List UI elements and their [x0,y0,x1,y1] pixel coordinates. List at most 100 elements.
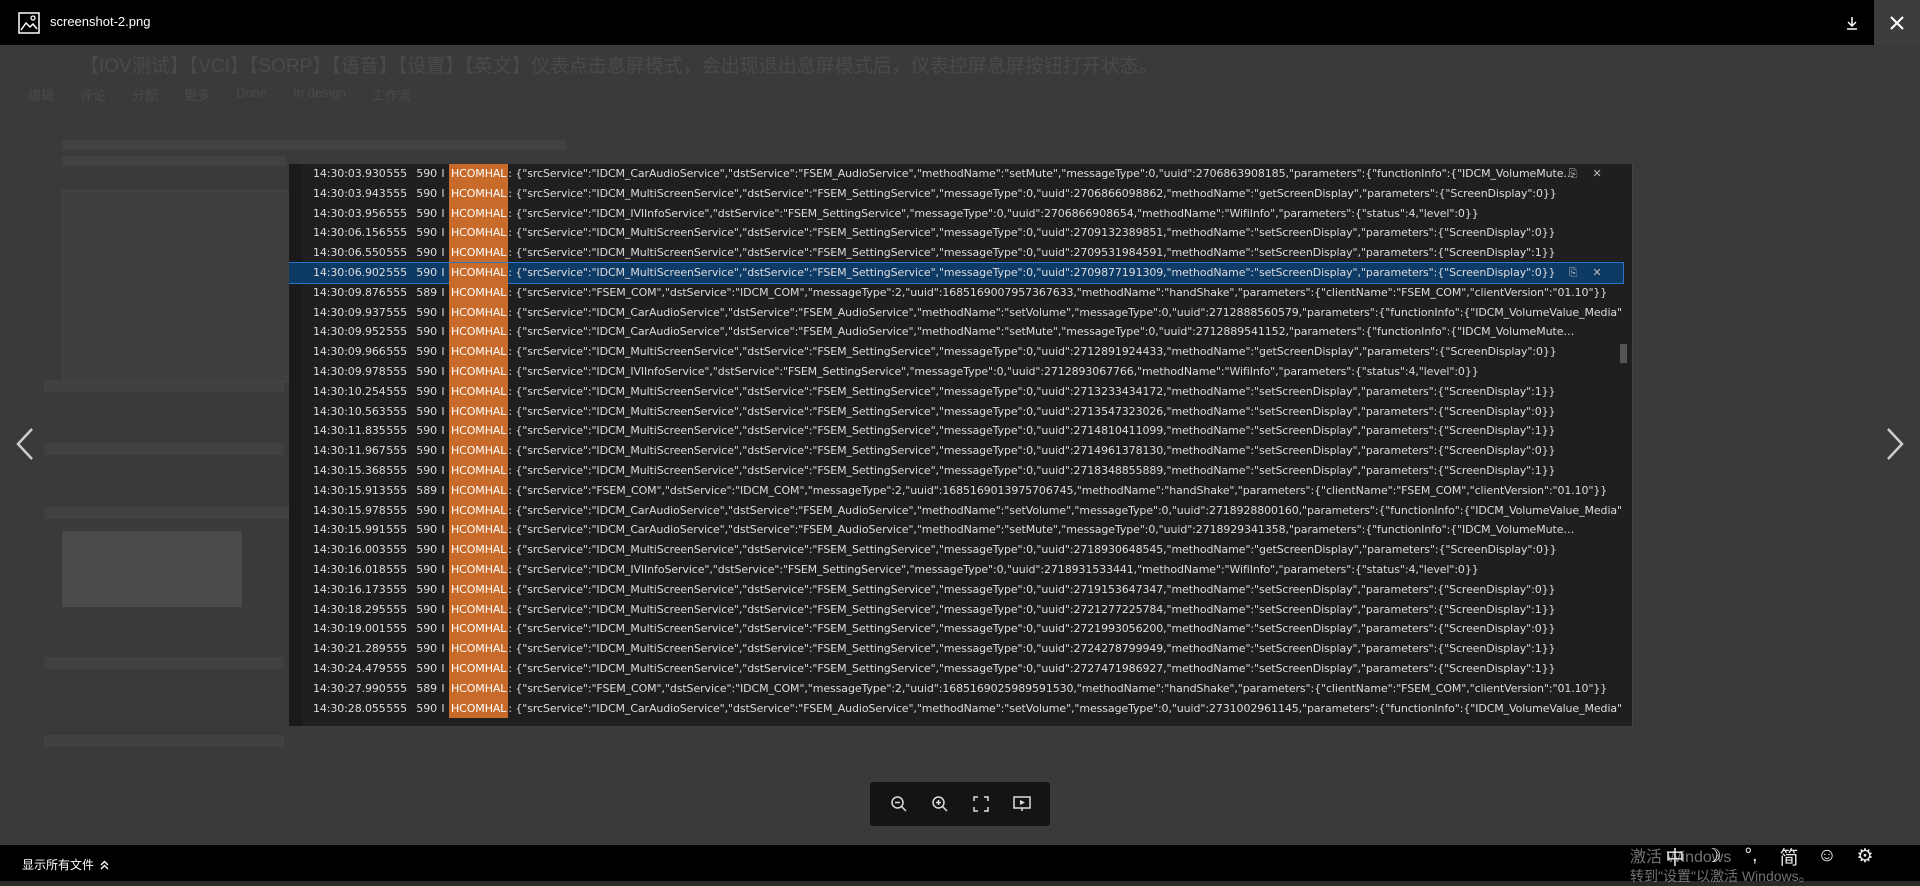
slideshow-button[interactable] [1007,789,1037,819]
log-timestamp: 14:30:09.966 [313,345,386,359]
ime-simplified[interactable]: 简 [1776,843,1802,870]
log-tag: HCOMHAL [449,480,509,501]
log-row[interactable]: 14:30:09.978555 590 I HCOMHAL: {"srcService… [289,361,1623,382]
log-tid: 589 [416,681,437,695]
background-comment-line [44,443,284,455]
log-row[interactable]: 14:30:06.902555 590 I HCOMHAL: {"srcService… [289,261,1624,284]
row-actions: ⎘ ✕ [1567,164,1603,184]
log-timestamp: 14:30:03.956 [313,206,386,220]
log-level: I [441,305,445,319]
close-button[interactable] [1874,0,1920,45]
log-level: I [441,167,445,180]
copy-icon[interactable]: ⎘ [1567,167,1579,180]
log-row[interactable]: 14:30:18.295555 590 I HCOMHAL: {"srcService… [289,599,1623,620]
log-timestamp: 14:30:03.943 [313,186,386,200]
log-level: I [441,503,445,517]
log-row[interactable]: 14:30:21.289555 590 I HCOMHAL: {"srcService… [289,639,1623,659]
log-tid: 590 [416,206,437,220]
log-message: : {"srcService":"IDCM_MultiScreenService… [508,424,1556,438]
log-row[interactable]: 14:30:16.018555 590 I HCOMHAL: {"srcService… [289,559,1623,580]
log-row[interactable]: 14:30:28.055555 590 I HCOMHAL: {"srcService… [289,698,1623,719]
log-level: I [441,265,445,279]
log-row[interactable]: 14:30:15.978555 590 I HCOMHAL: {"srcService… [289,500,1623,521]
log-tid: 590 [416,364,437,378]
log-row[interactable]: 14:30:27.990555 589 I HCOMHAL: {"srcService… [289,678,1623,699]
copy-icon[interactable]: ⎘ [1567,266,1579,279]
log-row[interactable]: 14:30:16.003555 590 I HCOMHAL: {"srcService… [289,540,1623,560]
log-row[interactable]: 14:30:06.156555 590 I HCOMHAL: {"srcService… [289,223,1623,244]
log-level: I [441,681,445,695]
zoom-in-button[interactable] [925,789,955,819]
download-button[interactable] [1834,6,1870,39]
fit-to-screen-button[interactable] [966,789,996,819]
log-tid: 590 [416,246,437,260]
log-message: : {"srcService":"IDCM_MultiScreenService… [508,186,1557,200]
ime-emoji-icon[interactable]: ☺ [1814,845,1840,867]
log-row[interactable]: 14:30:03.943555 590 I HCOMHAL: {"srcService… [289,183,1623,204]
log-tag: HCOMHAL [449,203,509,224]
log-message: : {"srcService":"IDCM_MultiScreenService… [508,543,1557,557]
log-row[interactable]: 14:30:11.835555 590 I HCOMHAL: {"srcService… [289,421,1623,442]
log-level: I [441,345,445,359]
log-level: I [441,562,445,576]
log-tid: 590 [416,265,437,279]
log-row[interactable]: 14:30:06.550555 590 I HCOMHAL: {"srcService… [289,243,1623,263]
log-tid: 590 [416,503,437,517]
log-row[interactable]: 14:30:10.254555 590 I HCOMHAL: {"srcService… [289,381,1623,402]
log-tag: HCOMHAL [449,520,509,541]
log-row[interactable]: 14:30:15.913555 589 I HCOMHAL: {"srcService… [289,480,1623,501]
log-row[interactable]: 14:30:24.479555 590 I HCOMHAL: {"srcService… [289,658,1623,679]
background-thumbnail [62,531,242,607]
log-tag: HCOMHAL [449,401,509,422]
log-row[interactable]: 14:30:09.966555 590 I HCOMHAL: {"srcService… [289,342,1623,362]
log-row[interactable]: 14:30:15.991555 590 I HCOMHAL: {"srcService… [289,520,1623,541]
log-row[interactable]: 14:30:15.368555 590 I HCOMHAL: {"srcService… [289,460,1623,481]
ime-settings-icon[interactable]: ⚙ [1852,845,1878,868]
log-pid: 555 [386,305,407,319]
ime-moon-icon[interactable]: ☽ [1700,845,1726,868]
chevron-right-icon [1887,428,1904,460]
log-level: I [441,424,445,438]
log-tag: HCOMHAL [449,639,509,659]
log-message: : {"srcService":"IDCM_MultiScreenService… [508,265,1556,279]
log-row[interactable]: 14:30:10.563555 590 I HCOMHAL: {"srcService… [289,401,1623,422]
image-file-icon [18,12,40,34]
log-pid: 555 [386,463,407,477]
close-icon[interactable]: ✕ [1591,167,1603,180]
log-pid: 555 [386,285,407,299]
log-tag: HCOMHAL [449,381,509,402]
log-row[interactable]: 14:30:03.930555 590 I HCOMHAL: {"srcService… [289,164,1623,184]
background-toolbar: 编辑 评论 分配 更多 Done In design 工作流 [28,85,411,104]
log-row[interactable]: 14:30:09.876555 589 I HCOMHAL: {"srcService… [289,282,1623,303]
log-message: : {"srcService":"FSEM_COM","dstService":… [508,285,1608,299]
show-all-files-button[interactable]: 显示所有文件 [22,856,109,873]
log-row[interactable]: 14:30:11.967555 590 I HCOMHAL: {"srcService… [289,441,1623,461]
log-row[interactable]: 14:30:09.952555 590 I HCOMHAL: {"srcService… [289,322,1623,343]
log-tag: HCOMHAL [449,302,509,323]
show-all-files-label: 显示所有文件 [22,858,95,872]
zoom-out-button[interactable] [884,789,914,819]
log-pid: 555 [386,265,407,279]
log-tag: HCOMHAL [449,540,509,560]
log-level: I [441,246,445,260]
ime-punctuation[interactable]: °, [1738,845,1764,867]
log-row[interactable]: 14:30:09.937555 590 I HCOMHAL: {"srcService… [289,302,1623,323]
log-message: : {"srcService":"IDCM_MultiScreenService… [508,404,1556,418]
background-toolbar-item: In design [293,85,346,100]
log-row[interactable]: 14:30:03.956555 590 I HCOMHAL: {"srcService… [289,203,1623,224]
log-pid: 555 [386,186,407,200]
close-icon[interactable]: ✕ [1591,266,1603,279]
previous-image-button[interactable] [8,422,42,466]
next-image-button[interactable] [1878,422,1912,466]
log-timestamp: 14:30:09.876 [313,285,386,299]
log-timestamp: 14:30:18.295 [313,602,386,616]
log-level: I [441,226,445,240]
log-scrollbar-thumb[interactable] [1620,344,1627,363]
log-tid: 590 [416,562,437,576]
log-row[interactable]: 14:30:19.001555 590 I HCOMHAL: {"srcService… [289,619,1623,640]
log-tid: 590 [416,642,437,656]
presentation-icon [1012,796,1031,811]
chevron-up-double-icon [100,860,109,869]
ime-chinese-mode[interactable]: 中 [1662,843,1688,870]
log-row[interactable]: 14:30:16.173555 590 I HCOMHAL: {"srcService… [289,579,1623,600]
